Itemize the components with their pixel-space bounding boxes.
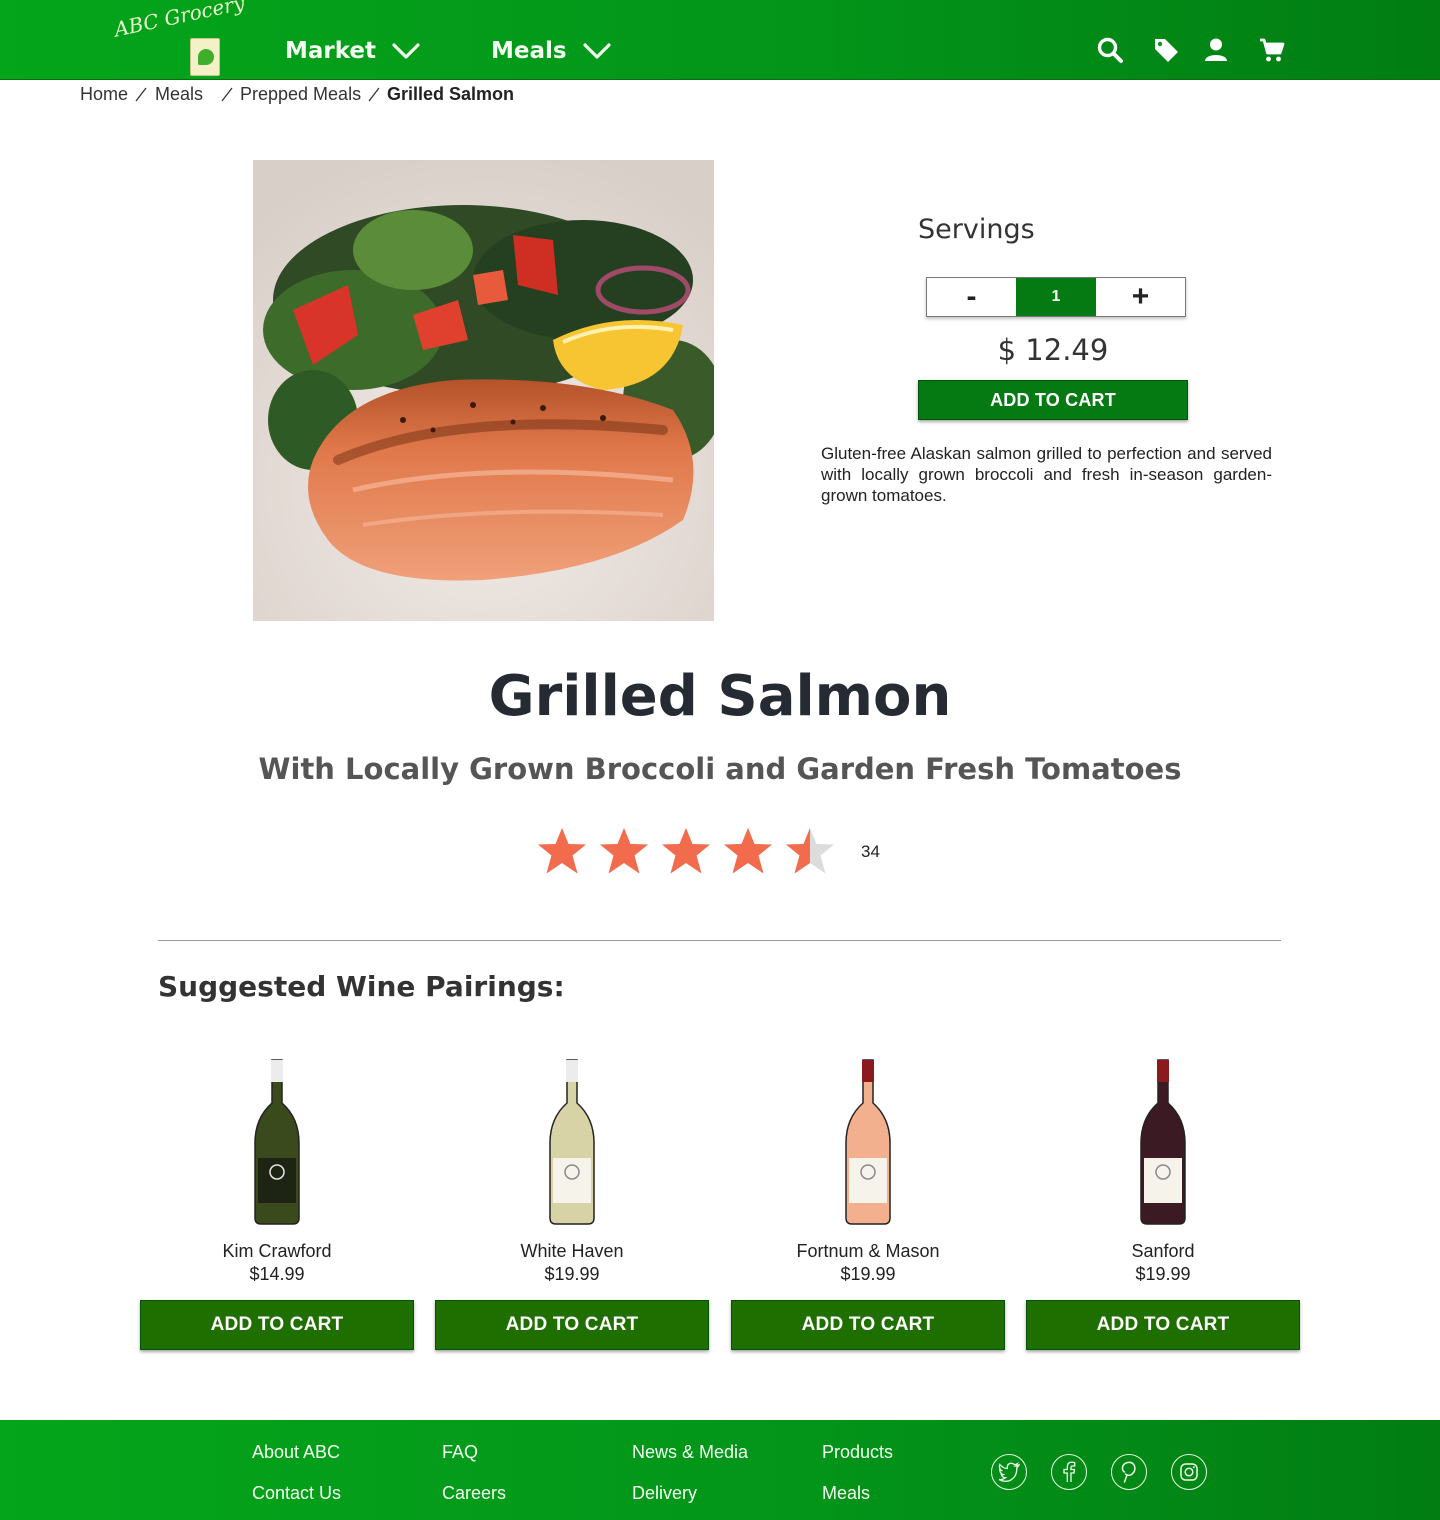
nav-market-label: Market xyxy=(285,38,377,64)
wine-add-to-cart-button[interactable]: ADD TO CART xyxy=(140,1300,414,1350)
increase-servings-button[interactable]: + xyxy=(1096,278,1185,316)
breadcrumb-separator xyxy=(135,87,147,102)
wine-add-to-cart-button[interactable]: ADD TO CART xyxy=(1026,1300,1300,1350)
servings-quantity[interactable]: 1 xyxy=(1016,278,1096,316)
wine-name: Sanford xyxy=(1131,1241,1195,1261)
star-icon[interactable] xyxy=(784,826,836,876)
wine-card: Kim Crawford $14.99 ADD TO CART xyxy=(140,1052,414,1352)
instagram-icon[interactable] xyxy=(1171,1454,1207,1490)
star-icon[interactable] xyxy=(660,826,712,876)
logo-text: ABC Grocery xyxy=(112,0,247,42)
account-icon[interactable] xyxy=(1202,36,1230,64)
star-icon[interactable] xyxy=(536,826,588,876)
nav-meals-label: Meals xyxy=(491,38,567,64)
footer-link-careers[interactable]: Careers xyxy=(442,1483,506,1504)
decrease-servings-button[interactable]: - xyxy=(927,278,1016,316)
add-to-cart-button[interactable]: ADD TO CART xyxy=(918,380,1188,420)
wine-add-to-cart-button[interactable]: ADD TO CART xyxy=(435,1300,709,1350)
abc-grocery-logo[interactable]: ABC Grocery xyxy=(112,0,247,78)
wine-bottle-image xyxy=(254,1059,300,1225)
nav-market[interactable]: Market xyxy=(285,36,420,66)
rating-count: 34 xyxy=(861,842,880,861)
product-subtitle: With Locally Grown Broccoli and Garden F… xyxy=(258,752,1182,786)
breadcrumb-current: Grilled Salmon xyxy=(387,84,515,104)
wine-add-to-cart-button[interactable]: ADD TO CART xyxy=(731,1300,1005,1350)
wine-card: Fortnum & Mason $19.99 ADD TO CART xyxy=(731,1052,1005,1352)
wine-bottle-image xyxy=(549,1059,595,1225)
breadcrumb-meals[interactable]: Meals xyxy=(155,84,203,105)
wine-price: $19.99 xyxy=(544,1264,600,1284)
site-footer: About ABC Contact Us FAQ Careers News & … xyxy=(0,1420,1440,1520)
wine-price: $19.99 xyxy=(840,1264,896,1284)
cart-icon[interactable] xyxy=(1258,36,1286,64)
star-icon[interactable] xyxy=(722,826,774,876)
wine-bottle-image xyxy=(1140,1059,1186,1225)
wine-name: Fortnum & Mason xyxy=(796,1241,940,1261)
product-price: $ 12.49 xyxy=(997,333,1109,367)
tag-icon[interactable] xyxy=(1152,36,1180,64)
facebook-icon[interactable] xyxy=(1051,1454,1087,1490)
wine-name: Kim Crawford xyxy=(222,1241,332,1261)
wine-bottle-image xyxy=(845,1059,891,1225)
pinterest-icon[interactable] xyxy=(1111,1454,1147,1490)
wine-card: Sanford $19.99 ADD TO CART xyxy=(1026,1052,1300,1352)
breadcrumb-home[interactable]: Home xyxy=(80,84,128,105)
chevron-down-icon xyxy=(392,43,420,59)
servings-label: Servings xyxy=(918,214,1035,245)
wine-price: $19.99 xyxy=(1135,1264,1191,1284)
site-header: ABC Grocery Market Meals xyxy=(0,0,1440,80)
nav-meals[interactable]: Meals xyxy=(491,36,611,66)
wine-card: White Haven $19.99 ADD TO CART xyxy=(435,1052,709,1352)
chevron-down-icon xyxy=(582,43,611,59)
search-icon[interactable] xyxy=(1096,36,1124,64)
footer-link-about[interactable]: About ABC xyxy=(252,1442,340,1463)
footer-link-meals[interactable]: Meals xyxy=(822,1483,870,1504)
footer-link-contact[interactable]: Contact Us xyxy=(252,1483,341,1504)
servings-stepper: - 1 + xyxy=(926,277,1186,317)
wine-price: $14.99 xyxy=(249,1264,305,1284)
footer-link-delivery[interactable]: Delivery xyxy=(632,1483,697,1504)
footer-link-news[interactable]: News & Media xyxy=(632,1442,748,1463)
breadcrumb-prepped-meals[interactable]: Prepped Meals xyxy=(240,84,361,105)
product-description: Gluten-free Alaskan salmon grilled to pe… xyxy=(821,444,1272,505)
grocery-bag-icon xyxy=(190,38,220,76)
breadcrumb-separator xyxy=(221,87,233,102)
breadcrumb-separator xyxy=(368,87,380,102)
section-divider xyxy=(158,940,1281,941)
footer-link-faq[interactable]: FAQ xyxy=(442,1442,478,1463)
wine-pairings-heading: Suggested Wine Pairings: xyxy=(158,970,565,1003)
twitter-icon[interactable] xyxy=(991,1454,1027,1490)
wine-name: White Haven xyxy=(520,1241,624,1261)
product-title: Grilled Salmon xyxy=(488,664,952,729)
product-image xyxy=(253,160,714,621)
footer-link-products[interactable]: Products xyxy=(822,1442,893,1463)
star-icon[interactable] xyxy=(598,826,650,876)
